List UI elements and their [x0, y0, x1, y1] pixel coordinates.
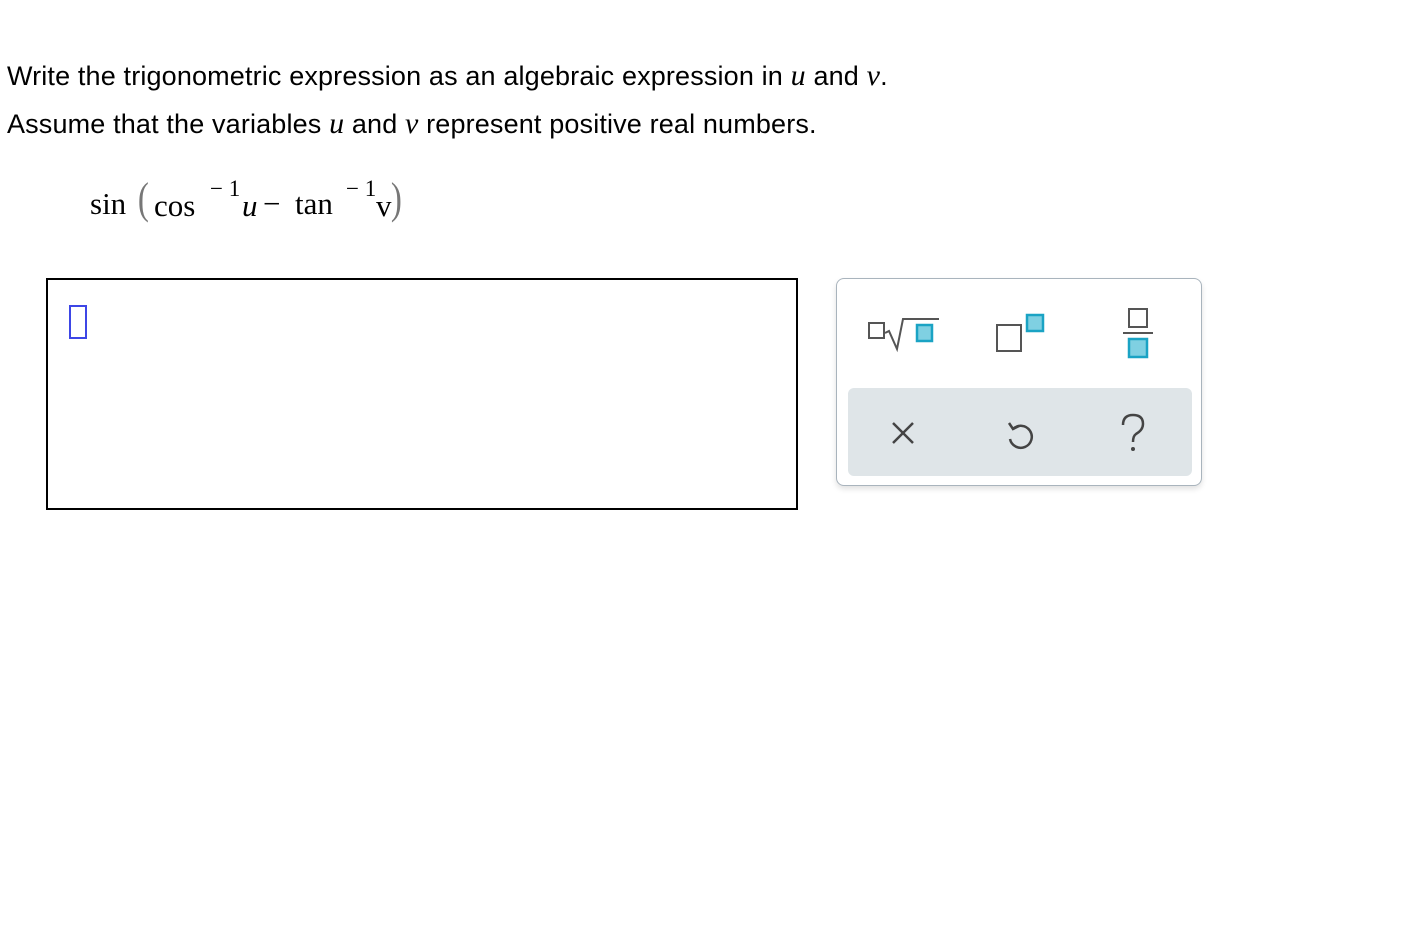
answer-input[interactable] — [46, 278, 798, 510]
instruction-text: and — [344, 109, 406, 139]
input-cursor-placeholder[interactable] — [69, 305, 87, 339]
undo-button[interactable] — [1004, 418, 1034, 450]
sin-function: sin — [90, 186, 127, 221]
instruction-text: represent positive real numbers. — [418, 109, 817, 139]
action-bar — [848, 388, 1192, 476]
variable-u: u — [329, 107, 345, 140]
help-icon — [1121, 413, 1145, 451]
math-palette — [836, 278, 1202, 486]
variable-v: v — [405, 107, 419, 140]
nth-root-icon — [868, 318, 939, 353]
clear-button[interactable] — [888, 418, 918, 448]
tan-function: tan — [295, 186, 333, 221]
superscript-icon — [996, 313, 1045, 352]
instruction-text: Write the trigonometric expression as an… — [7, 61, 791, 91]
minus-sign: − — [263, 186, 281, 221]
variable-v: v — [866, 59, 881, 92]
instruction-text: and — [805, 61, 867, 91]
tan-exponent: − 1 — [346, 176, 377, 201]
superscript-button[interactable] — [995, 309, 1051, 355]
expr-v: v — [376, 188, 392, 223]
cos-exponent: − 1 — [210, 176, 241, 201]
instruction-text: Assume that the variables — [7, 109, 330, 139]
instruction-text: . — [880, 61, 888, 91]
instruction-line-2: Assume that the variables u and v repres… — [7, 108, 817, 140]
open-paren: ( — [137, 174, 149, 223]
fraction-button[interactable] — [1123, 305, 1153, 361]
cos-function: cos — [154, 188, 196, 223]
clear-icon — [892, 422, 914, 444]
nth-root-button[interactable] — [867, 313, 939, 353]
close-paren: ) — [390, 174, 402, 223]
variable-u: u — [790, 59, 806, 92]
fraction-icon — [1123, 308, 1153, 359]
instruction-line-1: Write the trigonometric expression as an… — [7, 60, 888, 92]
help-button[interactable] — [1118, 412, 1148, 454]
undo-icon — [1007, 422, 1034, 449]
expr-u: u — [242, 188, 258, 223]
